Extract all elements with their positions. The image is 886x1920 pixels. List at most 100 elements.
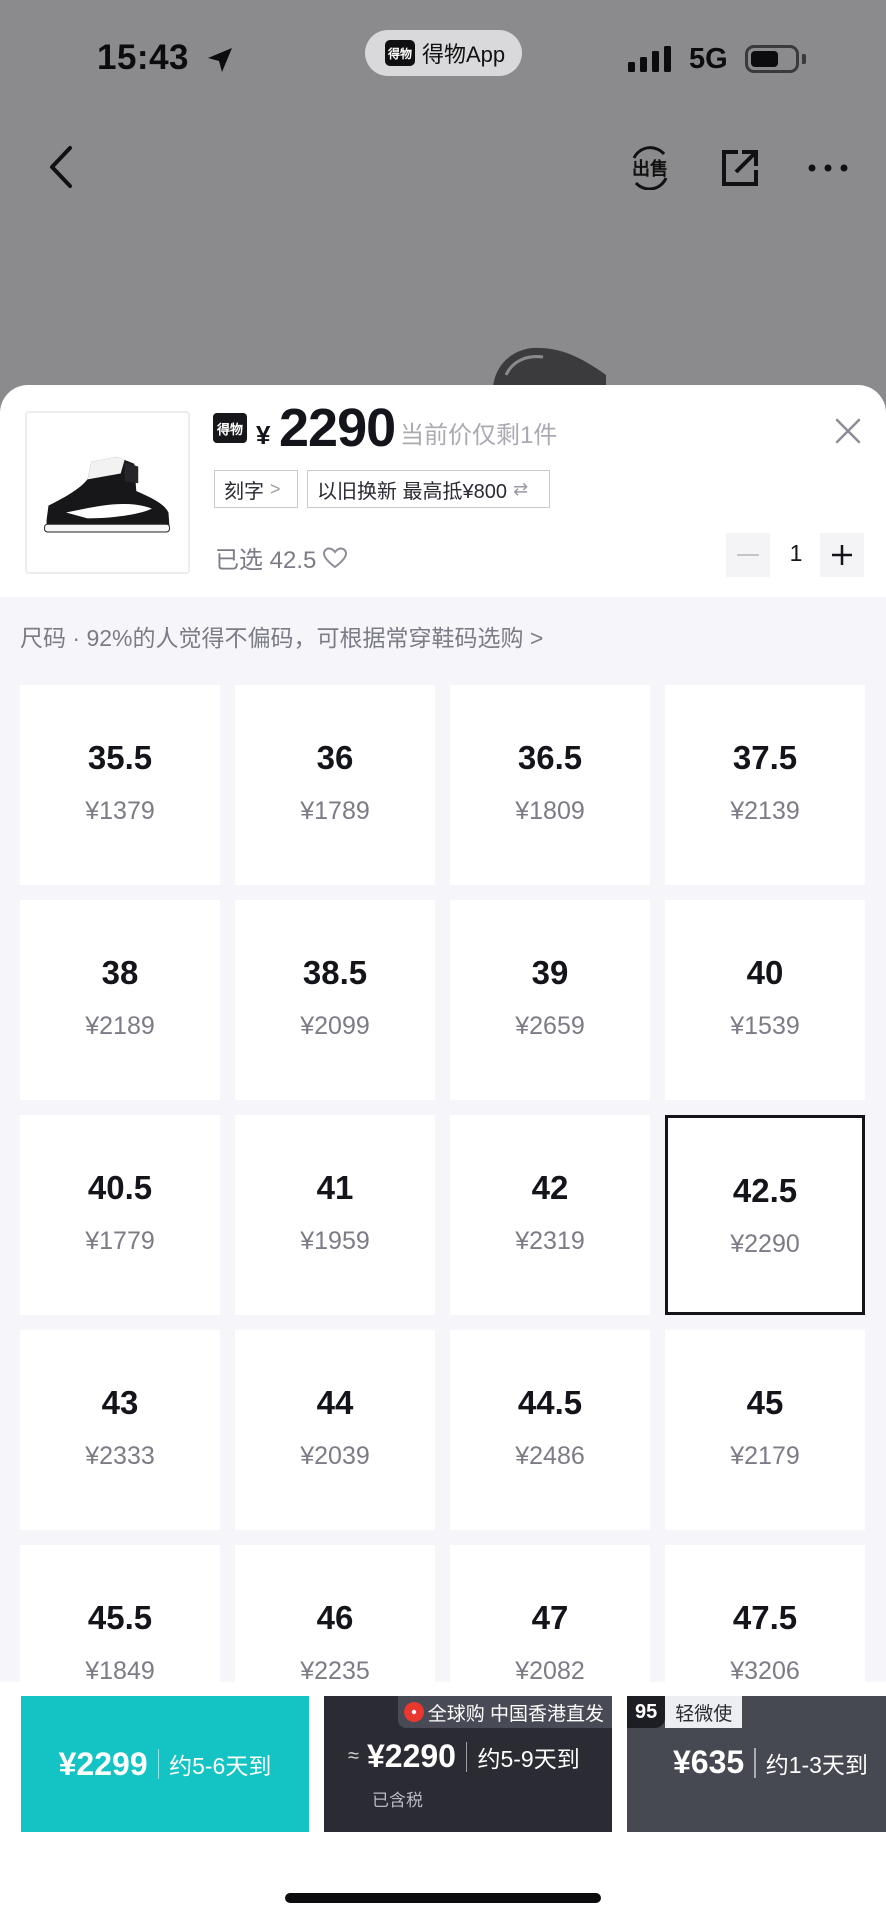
size-option[interactable]: 44 ¥2039	[235, 1330, 435, 1530]
size-value: 36.5	[517, 739, 583, 776]
size-price: ¥2333	[85, 1442, 155, 1470]
size-option[interactable]: 41 ¥1959	[235, 1115, 435, 1315]
size-value: 47.5	[732, 1599, 798, 1636]
global-purchase-label: 全球购 中国香港直发	[427, 1703, 604, 1725]
size-value: 40.5	[87, 1169, 153, 1206]
condition-badge: 95 轻微使	[627, 1696, 743, 1728]
condition-score: 95	[627, 1696, 666, 1728]
share-icon[interactable]	[718, 146, 762, 190]
size-price: ¥1809	[515, 797, 585, 825]
size-value: 38	[101, 954, 139, 991]
trade-in-label: 以旧换新 最高抵¥800	[317, 480, 508, 503]
size-value: 43	[101, 1384, 139, 1421]
size-value: 44	[316, 1384, 354, 1421]
option-price: ¥2290	[366, 1738, 456, 1774]
size-option[interactable]: 39 ¥2659	[450, 900, 650, 1100]
app-logo-icon: 得物	[385, 40, 415, 66]
buy-option-standard[interactable]: ¥2299 约5-6天到	[21, 1696, 309, 1832]
location-arrow-icon	[208, 48, 232, 72]
hong-kong-flag-icon	[403, 1702, 424, 1722]
size-value: 42	[531, 1169, 569, 1206]
option-divider	[465, 1741, 468, 1772]
network-type: 5G	[689, 43, 728, 75]
selected-size-label: 已选 42.5	[215, 547, 317, 574]
condition-label: 轻微使	[665, 1696, 743, 1728]
size-value: 44.5	[517, 1384, 583, 1421]
size-price: ¥2189	[85, 1012, 155, 1040]
size-price: ¥1959	[300, 1227, 370, 1255]
size-value: 37.5	[732, 739, 798, 776]
battery-cap	[802, 54, 806, 64]
exchange-icon: ⇄	[513, 478, 529, 499]
quantity-decrease-button[interactable]	[726, 533, 770, 577]
size-value: 36	[316, 739, 354, 776]
buy-option-used[interactable]: 95 轻微使 ¥635 约1-3天到	[627, 1696, 886, 1832]
size-option[interactable]: 38.5 ¥2099	[235, 900, 435, 1100]
product-thumbnail[interactable]	[25, 411, 190, 574]
close-icon[interactable]	[834, 417, 862, 445]
size-value: 40	[746, 954, 784, 991]
quantity-value: 1	[789, 540, 803, 566]
size-fit-hint[interactable]: 尺码 · 92%的人觉得不偏码，可根据常穿鞋码选购 >	[20, 619, 543, 653]
app-name: 得物App	[422, 42, 506, 67]
engraving-label: 刻字	[224, 480, 264, 503]
size-price: ¥2139	[730, 797, 800, 825]
size-option[interactable]: 37.5 ¥2139	[665, 685, 865, 885]
tax-included-note: 已含税	[372, 1791, 423, 1810]
size-price: ¥2486	[515, 1442, 585, 1470]
quantity-increase-button[interactable]	[820, 533, 864, 577]
size-value: 41	[316, 1169, 354, 1206]
size-price: ¥2290	[730, 1230, 800, 1258]
global-purchase-badge: 全球购 中国香港直发	[397, 1696, 612, 1728]
size-option[interactable]: 36 ¥1789	[235, 685, 435, 885]
option-divider	[754, 1747, 756, 1778]
option-eta: 约5-9天到	[477, 1745, 580, 1772]
size-value: 39	[531, 954, 569, 991]
option-divider	[157, 1749, 160, 1779]
size-price: ¥2179	[730, 1442, 800, 1470]
home-indicator[interactable]	[285, 1893, 601, 1903]
heart-icon[interactable]	[322, 546, 348, 570]
size-value: 45	[746, 1384, 784, 1421]
size-option[interactable]: 42.5 ¥2290	[665, 1115, 865, 1315]
engraving-tag[interactable]: 刻字 >	[214, 470, 298, 508]
option-price: ¥635	[673, 1744, 745, 1780]
trade-in-tag[interactable]: 以旧换新 最高抵¥800 ⇄	[307, 470, 550, 508]
size-price: ¥2319	[515, 1227, 585, 1255]
size-value: 42.5	[732, 1172, 798, 1209]
status-bar: 15:43 得物 得物App 5G	[0, 0, 886, 120]
size-price: ¥1789	[300, 797, 370, 825]
selected-size-row: 已选 42.5	[215, 540, 348, 575]
approx-sign: ≈	[348, 1745, 359, 1767]
status-time: 15:43	[97, 38, 190, 77]
size-option[interactable]: 36.5 ¥1809	[450, 685, 650, 885]
size-value: 45.5	[87, 1599, 153, 1636]
buy-option-global[interactable]: 全球购 中国香港直发 ≈ ¥2290 约5-9天到 已含税	[324, 1696, 612, 1832]
plus-icon	[832, 545, 852, 565]
option-price: ¥2299	[58, 1745, 148, 1782]
size-price: ¥2099	[300, 1012, 370, 1040]
size-price: ¥1779	[85, 1227, 155, 1255]
size-value: 35.5	[87, 739, 153, 776]
size-option[interactable]: 40 ¥1539	[665, 900, 865, 1100]
size-price: ¥1539	[730, 1012, 800, 1040]
size-option[interactable]: 38 ¥2189	[20, 900, 220, 1100]
app-indicator-pill[interactable]: 得物 得物App	[365, 30, 522, 76]
svg-text:出售: 出售	[632, 158, 668, 180]
size-option[interactable]: 42 ¥2319	[450, 1115, 650, 1315]
size-value: 38.5	[302, 954, 368, 991]
size-option[interactable]: 40.5 ¥1779	[20, 1115, 220, 1315]
size-option[interactable]: 44.5 ¥2486	[450, 1330, 650, 1530]
size-option[interactable]: 35.5 ¥1379	[20, 685, 220, 885]
size-option[interactable]: 45 ¥2179	[665, 1330, 865, 1530]
option-eta: 约1-3天到	[765, 1751, 868, 1778]
more-icon[interactable]	[808, 164, 848, 172]
size-value: 47	[531, 1599, 569, 1636]
price-currency: ¥	[256, 420, 271, 450]
signal-icon	[628, 46, 671, 72]
size-option[interactable]: 43 ¥2333	[20, 1330, 220, 1530]
sell-icon[interactable]: 出售	[628, 146, 672, 190]
background-product-image	[493, 347, 606, 390]
size-price: ¥2659	[515, 1012, 585, 1040]
back-chevron-icon[interactable]	[42, 142, 78, 192]
